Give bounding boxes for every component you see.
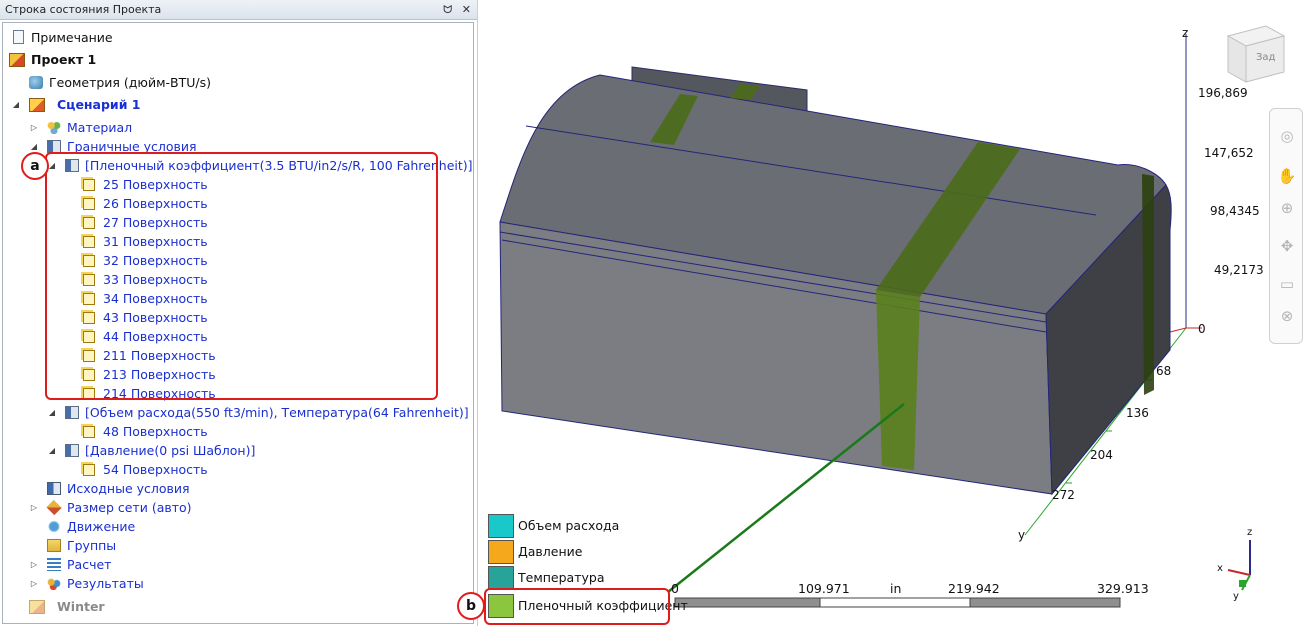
z-tick: 49,2173	[1214, 263, 1264, 277]
results-icon	[47, 577, 61, 590]
3d-viewport[interactable]: z 196,869 147,652 98,4345 49,2173 0 68 1…	[457, 0, 1304, 626]
z-axis-name: z	[1182, 26, 1189, 40]
tree-label: Размер сети (авто)	[67, 500, 192, 515]
pin-icon[interactable]: ᗢ	[443, 3, 452, 16]
tree-label: Примечание	[31, 30, 113, 45]
scale-bar-seg2	[819, 597, 971, 608]
surface-icon	[83, 464, 95, 476]
project-icon	[9, 53, 25, 67]
y-tick: 136	[1126, 406, 1149, 420]
motion-icon	[47, 520, 61, 533]
note-icon	[13, 30, 24, 44]
triad-x	[1227, 569, 1251, 576]
callout-b-highlight	[484, 588, 670, 625]
film-band-end	[1142, 174, 1154, 395]
collapse-arrow-icon[interactable]: ◢	[11, 95, 21, 114]
callout-a-highlight	[45, 152, 438, 400]
look-icon[interactable]: ▭	[1276, 273, 1298, 295]
z-tick: 147,652	[1204, 146, 1254, 160]
tree-label: 54 Поверхность	[103, 462, 208, 477]
tree-label: Сценарий 1	[57, 97, 141, 112]
triad-z-label: z	[1247, 527, 1253, 538]
expand-arrow-icon[interactable]: ▷	[29, 555, 39, 574]
project-status-panel: Строка состояния Проекта ᗢ ✕ Примечание …	[0, 0, 478, 626]
tree-label: Проект 1	[31, 52, 97, 67]
tree-label: Winter	[57, 599, 105, 614]
z-tick: 0	[1198, 322, 1206, 336]
view-cube-label[interactable]: Зад	[1256, 52, 1275, 63]
y-tick: 272	[1052, 488, 1075, 502]
legend-label: Давление	[518, 544, 583, 559]
film-band-front	[876, 290, 920, 470]
tree-label: [Объем расхода(550 ft3/min), Температура…	[85, 405, 469, 420]
tree-label: Расчет	[67, 557, 112, 572]
surface-icon	[83, 426, 95, 438]
tree-label: [Давление(0 psi Шаблон)]	[85, 443, 256, 458]
legend-swatch	[488, 514, 514, 538]
navigation-bar: ◎ ✋ ⊕ ✥ ▭ ⊗	[1269, 108, 1303, 344]
expand-arrow-icon[interactable]: ▷	[29, 574, 39, 593]
y-axis-name: y	[1018, 528, 1026, 542]
tree-label: Группы	[67, 538, 117, 553]
legend-label: Объем расхода	[518, 518, 620, 533]
boundary-condition-icon	[65, 444, 79, 457]
z-tick: 196,869	[1198, 86, 1248, 100]
close-icon[interactable]: ✕	[462, 3, 471, 16]
triad-x-label: x	[1217, 563, 1223, 574]
legend-label: Температура	[518, 570, 605, 585]
tree-label: Результаты	[67, 576, 144, 591]
calculation-icon	[47, 558, 61, 571]
tree-label: Исходные условия	[67, 481, 190, 496]
zoom-icon[interactable]: ⊕	[1276, 197, 1298, 219]
scale-bar-seg3	[969, 597, 1121, 608]
walk-icon[interactable]: ⊗	[1276, 305, 1298, 327]
scale-tick: 219.942	[948, 581, 1000, 596]
initial-conditions-icon	[47, 482, 61, 495]
z-tick: 98,4345	[1210, 204, 1260, 218]
expand-arrow-icon[interactable]: ▷	[29, 498, 39, 517]
boundary-condition-icon	[65, 406, 79, 419]
scenario-icon	[29, 98, 45, 112]
mesh-icon	[46, 499, 62, 516]
scale-unit: in	[890, 581, 902, 596]
scale-bar-seg1	[674, 597, 821, 608]
tree-label: Движение	[67, 519, 136, 534]
callout-b-badge: b	[457, 592, 485, 620]
triad-y-label: y	[1233, 591, 1239, 602]
scale-tick: 329.913	[1097, 581, 1149, 596]
scenario-icon	[29, 600, 45, 614]
y-tick: 204	[1090, 448, 1113, 462]
expand-arrow-icon[interactable]: ▷	[29, 118, 39, 137]
geometry-icon	[29, 76, 43, 89]
tree-label: 48 Поверхность	[103, 424, 208, 439]
y-tick: 68	[1156, 364, 1172, 378]
panel-title-bar: Строка состояния Проекта ᗢ ✕	[0, 0, 477, 20]
groups-icon	[47, 539, 61, 552]
collapse-arrow-icon[interactable]: ◢	[47, 403, 57, 422]
scale-tick: 0	[671, 581, 679, 596]
scale-tick: 109.971	[798, 581, 850, 596]
tree-label: Материал	[67, 120, 133, 135]
legend-swatch	[488, 540, 514, 564]
tree-label: Геометрия (дюйм-BTU/s)	[49, 75, 211, 90]
collapse-arrow-icon[interactable]: ◢	[47, 441, 57, 460]
callout-a-badge: a	[21, 152, 49, 180]
pan-icon[interactable]: ✋	[1276, 165, 1298, 187]
material-icon	[47, 121, 61, 134]
legend-swatch	[488, 566, 514, 590]
orbit-icon[interactable]: ✥	[1276, 235, 1298, 257]
panel-title: Строка состояния Проекта	[5, 3, 162, 16]
steering-wheel-icon[interactable]: ◎	[1276, 125, 1298, 147]
